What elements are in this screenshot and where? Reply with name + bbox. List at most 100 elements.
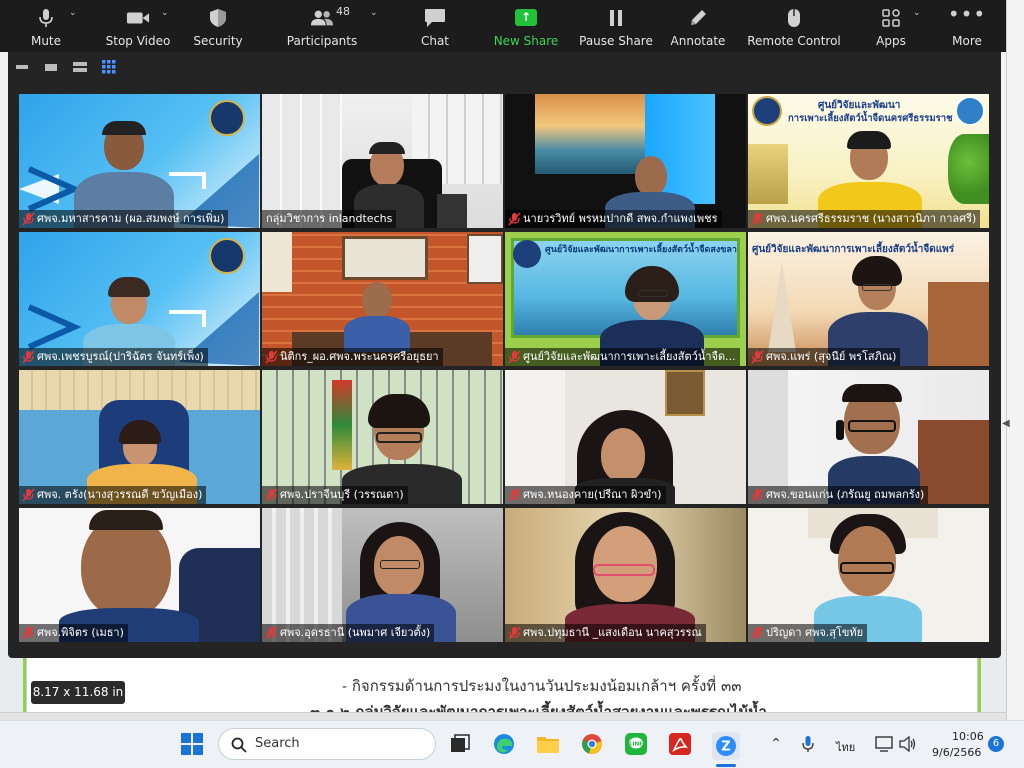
new-share-label: New Share (493, 34, 559, 48)
zoom-meeting-toolbar: ⌄ Mute ⌄ Stop Video Security 48 ⌄ Partic… (0, 0, 1006, 52)
participant-name-label: ศูนย์วิจัยและพัฒนาการเพาะเลี้ยงสัตว์น้ำจ… (505, 348, 740, 366)
muted-microphone-icon (265, 626, 278, 640)
department-logo (209, 100, 245, 136)
participant-name-label: ศพจ.มหาสารคาม (ผอ.สมพงษ์ การเพิ่ม) (19, 210, 229, 228)
strip-view-icon[interactable] (72, 60, 88, 74)
show-hidden-icons-chevron-icon[interactable]: ⌃ (764, 732, 788, 756)
participants-icon (310, 8, 334, 28)
annotate-label: Annotate (670, 34, 726, 48)
department-logo (752, 96, 782, 126)
participant-name-label: นิติกร_ผอ.ศพจ.พระนครศรีอยุธยา (262, 348, 443, 366)
stop-video-label: Stop Video (105, 34, 171, 48)
taskbar-search-box[interactable]: Search (218, 728, 436, 760)
video-tile[interactable]: นิติกร_ผอ.ศพจ.พระนครศรีอยุธยา (262, 232, 503, 366)
remote-control-button[interactable]: Remote Control (738, 0, 850, 52)
zoom-app-icon[interactable]: Z (712, 732, 740, 760)
more-button[interactable]: ••• More (932, 0, 1002, 52)
muted-microphone-icon (265, 350, 278, 364)
volume-icon[interactable] (896, 732, 920, 756)
muted-microphone-icon (22, 626, 35, 640)
muted-microphone-icon (22, 212, 35, 226)
security-button[interactable]: Security (184, 0, 252, 52)
window-right-edge (1006, 0, 1024, 720)
participants-count: 48 (336, 5, 350, 18)
chat-bubble-icon (423, 8, 447, 28)
clock-date[interactable]: 9/6/2566 (932, 746, 981, 759)
video-tile[interactable]: นายวรวิทย์ พรหมปากดี สพจ.กำแพงเพชร (505, 94, 746, 228)
clock-time[interactable]: 10:06 (952, 730, 984, 743)
muted-microphone-icon (508, 488, 521, 502)
center-banner-line-2: การเพาะเลี้ยงสัตว์น้ำจืดนครศรีธรรมราช (788, 113, 953, 124)
network-icon[interactable] (872, 732, 896, 756)
shield-icon (206, 8, 230, 28)
apps-button[interactable]: ⌄ Apps (850, 0, 932, 52)
remote-control-label: Remote Control (747, 34, 841, 48)
video-tile[interactable]: ศพจ.ปราจีนบุรี (วรรณดา) (262, 370, 503, 504)
video-tile[interactable]: ศพจ.ขอนแก่น (ภรัณยู ถมพลกรัง) (748, 370, 989, 504)
grid-view-icon[interactable] (101, 60, 117, 74)
minimized-view-icon[interactable] (43, 60, 59, 74)
participant-name-label: ศพจ.ปทุมธานี _แสงเดือน นาคสุวรรณ (505, 624, 706, 642)
video-tile[interactable]: ศพจ.อุดรธานี (นพมาศ เจียวตั้ง) (262, 508, 503, 642)
muted-microphone-icon (751, 212, 764, 226)
participant-name-label: ศพจ.หนองคาย(ปรีณา ผิวขำ) (505, 486, 666, 504)
muted-microphone-icon (508, 212, 521, 226)
participants-options-chevron-icon[interactable]: ⌄ (370, 8, 378, 18)
participants-button[interactable]: 48 ⌄ Participants (252, 0, 392, 52)
participant-name-label: ศพจ.อุดรธานี (นพมาศ เจียวตั้ง) (262, 624, 435, 642)
more-dots-icon: ••• (947, 2, 987, 26)
task-view-icon[interactable] (448, 732, 472, 756)
edge-browser-icon[interactable] (492, 732, 516, 756)
video-tile[interactable]: ศูนย์วิจัยและพัฒนาการเพาะเลี้ยงสัตว์น้ำจ… (748, 232, 989, 366)
svg-text:LINE: LINE (629, 742, 643, 748)
acrobat-reader-icon[interactable] (668, 732, 692, 756)
stop-video-button[interactable]: ⌄ Stop Video (92, 0, 184, 52)
video-tile[interactable]: ศพจ.หนองคาย(ปรีณา ผิวขำ) (505, 370, 746, 504)
pencil-icon (686, 8, 710, 28)
mute-button[interactable]: ⌄ Mute (0, 0, 92, 52)
participant-name-label: ศพจ.แพร่ (สุจนีย์ พรโสภิณ) (748, 348, 901, 366)
video-tile[interactable]: ศูนย์วิจัยและพัฒนา การเพาะเลี้ยงสัตว์น้ำ… (748, 94, 989, 228)
input-language[interactable]: ไทย (836, 738, 855, 756)
video-tile[interactable]: ศพจ.พิจิตร (เมธา) (19, 508, 260, 642)
video-tile[interactable]: ศพจ.ปทุมธานี _แสงเดือน นาคสุวรรณ (505, 508, 746, 642)
pause-share-button[interactable]: Pause Share (574, 0, 658, 52)
more-label: More (952, 34, 982, 48)
document-line-1: - กิจกรรมด้านการประมงในงานวันประมงน้อมเก… (342, 677, 742, 695)
page-dimensions-badge: 8.17 x 11.68 in (31, 681, 125, 704)
microphone-tray-icon[interactable] (796, 732, 820, 756)
annotate-button[interactable]: Annotate (658, 0, 738, 52)
video-tile[interactable]: ปริญดา ศพจ.สุโขทัย (748, 508, 989, 642)
participant-name-label: ศพจ.ขอนแก่น (ภรัณยู ถมพลกรัง) (748, 486, 929, 504)
participant-name-label: ศพจ.พิจิตร (เมธา) (19, 624, 128, 642)
expand-arrow-icon[interactable]: ◀ (1002, 418, 1010, 429)
video-options-chevron-icon[interactable]: ⌄ (161, 8, 169, 18)
search-placeholder: Search (255, 736, 300, 751)
muted-microphone-icon (22, 488, 35, 502)
chrome-browser-icon[interactable] (580, 732, 604, 756)
mouse-icon (782, 8, 806, 28)
chat-label: Chat (420, 34, 450, 48)
video-tile[interactable]: ศพจ.มหาสารคาม (ผอ.สมพงษ์ การเพิ่ม) (19, 94, 260, 228)
windows-start-icon[interactable] (180, 732, 204, 756)
department-logo (513, 240, 541, 268)
video-tile[interactable]: ศพจ. ตรัง(นางสุวรรณดี ขวัญเมือง) (19, 370, 260, 504)
center-logo (955, 96, 985, 126)
video-tile[interactable]: กลุ่มวิชาการ inlandtechs (262, 94, 503, 228)
notification-badge[interactable]: 6 (988, 736, 1004, 752)
video-tile[interactable]: ศพจ.เพชรบูรณ์(ปาริฉัตร จันทร์เพ็ง) (19, 232, 260, 366)
center-banner-line-1: ศูนย์วิจัยและพัฒนาการเพาะเลี้ยงสัตว์น้ำจ… (545, 245, 737, 255)
participant-name-label: ศพจ.เพชรบูรณ์(ปาริฉัตร จันทร์เพ็ง) (19, 348, 208, 366)
participant-name-label: ศพจ. ตรัง(นางสุวรรณดี ขวัญเมือง) (19, 486, 207, 504)
apps-options-chevron-icon[interactable]: ⌄ (913, 8, 921, 18)
muted-microphone-icon (22, 350, 35, 364)
mute-options-chevron-icon[interactable]: ⌄ (69, 8, 77, 18)
video-tile[interactable]: ศูนย์วิจัยและพัฒนาการเพาะเลี้ยงสัตว์น้ำจ… (505, 232, 746, 366)
gallery-view-options (14, 60, 117, 74)
chat-button[interactable]: Chat (392, 0, 478, 52)
line-app-icon[interactable]: LINE (624, 732, 648, 756)
speaker-view-icon[interactable] (14, 60, 30, 74)
new-share-button[interactable]: ↑ New Share (478, 0, 574, 52)
microphone-icon (34, 8, 58, 28)
file-explorer-icon[interactable] (536, 732, 560, 756)
